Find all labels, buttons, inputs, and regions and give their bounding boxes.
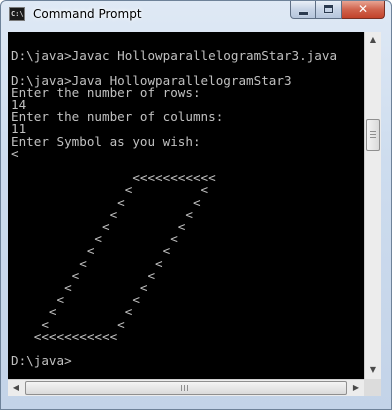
grip-icon	[181, 385, 189, 391]
maximize-icon	[324, 5, 333, 13]
scroll-up-button[interactable]: ▲	[365, 32, 381, 48]
cmd-window-icon[interactable]: C:\	[9, 7, 25, 21]
maximize-button[interactable]	[316, 1, 342, 19]
scroll-left-button[interactable]: ◀	[8, 380, 24, 396]
command-prompt-window: C:\ Command Prompt ✕ D:\java>Javac Hollo…	[0, 0, 392, 410]
window-title: Command Prompt	[33, 7, 142, 21]
horizontal-scroll-thumb[interactable]	[25, 381, 347, 395]
vertical-scrollbar[interactable]: ▲ ▼	[364, 32, 381, 379]
scrollbar-corner	[364, 379, 381, 396]
console-line: <	[11, 145, 19, 161]
title-bar[interactable]: C:\ Command Prompt ✕	[1, 1, 391, 31]
console-line: Enter the number of rows:	[11, 84, 201, 100]
scroll-down-button[interactable]: ▼	[365, 362, 381, 378]
grip-icon	[370, 131, 376, 139]
minimize-icon	[299, 12, 308, 15]
console-line: Enter the number of columns:	[11, 109, 224, 125]
close-button[interactable]: ✕	[342, 1, 385, 19]
horizontal-scrollbar[interactable]: ◀ ▶	[8, 379, 364, 396]
console-line: Enter Symbol as you wish:	[11, 133, 201, 149]
console-line: <<<<<<<<<<<	[11, 328, 118, 344]
caption-buttons: ✕	[290, 1, 385, 19]
minimize-button[interactable]	[290, 1, 316, 19]
console-line: D:\java>	[11, 353, 72, 369]
close-icon: ✕	[357, 2, 369, 16]
console-output-area[interactable]: D:\java>Javac HollowparallelogramStar3.j…	[8, 32, 379, 379]
scroll-right-button[interactable]: ▶	[348, 380, 364, 396]
vertical-scroll-thumb[interactable]	[366, 119, 380, 151]
console-text: D:\java>Javac HollowparallelogramStar3.j…	[11, 38, 337, 367]
console-line: D:\java>Javac HollowparallelogramStar3.j…	[11, 48, 338, 64]
